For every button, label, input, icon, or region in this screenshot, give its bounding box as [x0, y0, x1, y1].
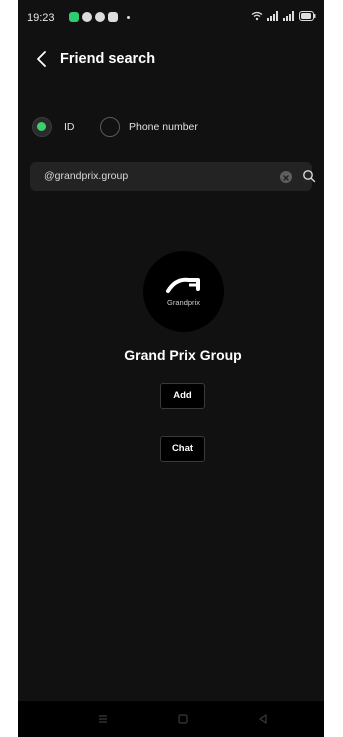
facebook-icon [108, 12, 118, 22]
system-icons [251, 11, 316, 21]
radio-phone-number[interactable] [100, 117, 120, 137]
messenger-icon [95, 12, 105, 22]
radio-id[interactable] [32, 117, 52, 137]
clear-icon[interactable] [280, 171, 292, 183]
avatar-logo-text: Grandprix [167, 298, 200, 307]
search-input-value: @grandprix.group [44, 170, 129, 182]
avatar: Grandprix [143, 251, 224, 332]
result-name: Grand Prix Group [124, 347, 242, 363]
wifi-icon [251, 11, 263, 21]
search-icon[interactable] [302, 169, 316, 183]
status-bar: 19:23 [18, 0, 324, 34]
more-notifications-icon [127, 15, 130, 19]
search-input[interactable]: @grandprix.group [30, 162, 316, 191]
home-icon[interactable] [176, 712, 190, 726]
battery-icon [299, 11, 316, 21]
back-triangle-icon[interactable] [256, 712, 270, 726]
add-button[interactable]: Add [160, 383, 205, 409]
navigation-bar [18, 701, 324, 737]
chat-button[interactable]: Chat [160, 436, 205, 462]
chat-app-icon [82, 12, 92, 22]
signal-icon-2 [283, 11, 294, 21]
phone-screen: 19:23 Friend search ID Phone number @gra… [18, 0, 324, 737]
status-time: 19:23 [27, 12, 55, 24]
notification-icons [69, 12, 130, 22]
menu-icon[interactable] [96, 712, 110, 726]
grandprix-logo [166, 277, 200, 293]
message-app-icon [69, 12, 79, 22]
header: Friend search [18, 44, 324, 74]
page-title: Friend search [60, 51, 156, 67]
search-type-selector: ID Phone number [18, 115, 324, 139]
back-arrow-icon[interactable] [32, 49, 52, 69]
signal-icon [267, 11, 278, 21]
radio-phone-number-label[interactable]: Phone number [129, 121, 198, 133]
radio-id-label[interactable]: ID [64, 121, 75, 133]
